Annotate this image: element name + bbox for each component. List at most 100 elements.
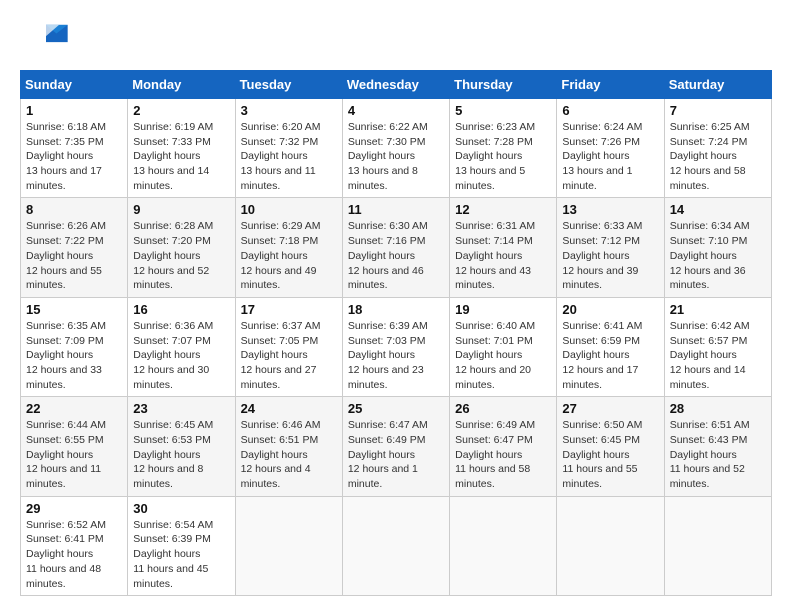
calendar-cell: 29 Sunrise: 6:52 AM Sunset: 6:41 PM Dayl… (21, 496, 128, 595)
daylight-value: 12 hours and 8 minutes. (133, 463, 203, 490)
day-number: 12 (455, 202, 551, 217)
sunset-label: Sunset: 6:47 PM (455, 434, 533, 446)
day-info: Sunrise: 6:25 AM Sunset: 7:24 PM Dayligh… (670, 120, 766, 193)
daylight-label: Daylight hours (241, 150, 308, 162)
day-number: 19 (455, 302, 551, 317)
day-number: 17 (241, 302, 337, 317)
day-info: Sunrise: 6:19 AM Sunset: 7:33 PM Dayligh… (133, 120, 229, 193)
sunrise-label: Sunrise: 6:28 AM (133, 220, 213, 232)
calendar-cell: 26 Sunrise: 6:49 AM Sunset: 6:47 PM Dayl… (450, 397, 557, 496)
daylight-label: Daylight hours (241, 349, 308, 361)
sunset-label: Sunset: 7:28 PM (455, 136, 533, 148)
calendar-cell: 6 Sunrise: 6:24 AM Sunset: 7:26 PM Dayli… (557, 99, 664, 198)
calendar-cell: 1 Sunrise: 6:18 AM Sunset: 7:35 PM Dayli… (21, 99, 128, 198)
calendar-cell (450, 496, 557, 595)
column-header-wednesday: Wednesday (342, 71, 449, 99)
day-number: 24 (241, 401, 337, 416)
daylight-value: 12 hours and 30 minutes. (133, 364, 209, 391)
day-info: Sunrise: 6:30 AM Sunset: 7:16 PM Dayligh… (348, 219, 444, 292)
day-info: Sunrise: 6:52 AM Sunset: 6:41 PM Dayligh… (26, 518, 122, 591)
sunset-label: Sunset: 7:09 PM (26, 335, 104, 347)
day-number: 5 (455, 103, 551, 118)
day-number: 4 (348, 103, 444, 118)
day-number: 1 (26, 103, 122, 118)
sunrise-label: Sunrise: 6:19 AM (133, 121, 213, 133)
daylight-label: Daylight hours (133, 349, 200, 361)
calendar-cell: 24 Sunrise: 6:46 AM Sunset: 6:51 PM Dayl… (235, 397, 342, 496)
calendar-week-row: 22 Sunrise: 6:44 AM Sunset: 6:55 PM Dayl… (21, 397, 772, 496)
sunset-label: Sunset: 7:22 PM (26, 235, 104, 247)
sunrise-label: Sunrise: 6:39 AM (348, 320, 428, 332)
daylight-value: 12 hours and 36 minutes. (670, 265, 746, 292)
daylight-label: Daylight hours (241, 449, 308, 461)
daylight-label: Daylight hours (26, 449, 93, 461)
daylight-label: Daylight hours (26, 150, 93, 162)
daylight-value: 12 hours and 4 minutes. (241, 463, 311, 490)
day-number: 10 (241, 202, 337, 217)
calendar-cell: 9 Sunrise: 6:28 AM Sunset: 7:20 PM Dayli… (128, 198, 235, 297)
sunrise-label: Sunrise: 6:52 AM (26, 519, 106, 531)
day-info: Sunrise: 6:51 AM Sunset: 6:43 PM Dayligh… (670, 418, 766, 491)
day-info: Sunrise: 6:40 AM Sunset: 7:01 PM Dayligh… (455, 319, 551, 392)
day-number: 23 (133, 401, 229, 416)
calendar-week-row: 29 Sunrise: 6:52 AM Sunset: 6:41 PM Dayl… (21, 496, 772, 595)
sunset-label: Sunset: 7:10 PM (670, 235, 748, 247)
sunset-label: Sunset: 6:49 PM (348, 434, 426, 446)
calendar-cell: 4 Sunrise: 6:22 AM Sunset: 7:30 PM Dayli… (342, 99, 449, 198)
calendar-cell: 16 Sunrise: 6:36 AM Sunset: 7:07 PM Dayl… (128, 297, 235, 396)
logo (20, 20, 76, 60)
sunset-label: Sunset: 6:55 PM (26, 434, 104, 446)
calendar-cell: 30 Sunrise: 6:54 AM Sunset: 6:39 PM Dayl… (128, 496, 235, 595)
day-info: Sunrise: 6:46 AM Sunset: 6:51 PM Dayligh… (241, 418, 337, 491)
day-info: Sunrise: 6:36 AM Sunset: 7:07 PM Dayligh… (133, 319, 229, 392)
day-number: 14 (670, 202, 766, 217)
day-number: 9 (133, 202, 229, 217)
daylight-value: 12 hours and 43 minutes. (455, 265, 531, 292)
sunset-label: Sunset: 7:33 PM (133, 136, 211, 148)
day-number: 3 (241, 103, 337, 118)
daylight-value: 12 hours and 23 minutes. (348, 364, 424, 391)
daylight-value: 12 hours and 55 minutes. (26, 265, 102, 292)
day-info: Sunrise: 6:45 AM Sunset: 6:53 PM Dayligh… (133, 418, 229, 491)
sunrise-label: Sunrise: 6:36 AM (133, 320, 213, 332)
daylight-value: 13 hours and 8 minutes. (348, 165, 418, 192)
day-info: Sunrise: 6:49 AM Sunset: 6:47 PM Dayligh… (455, 418, 551, 491)
daylight-value: 11 hours and 58 minutes. (455, 463, 530, 490)
sunset-label: Sunset: 6:51 PM (241, 434, 319, 446)
calendar-cell: 15 Sunrise: 6:35 AM Sunset: 7:09 PM Dayl… (21, 297, 128, 396)
column-header-tuesday: Tuesday (235, 71, 342, 99)
day-number: 2 (133, 103, 229, 118)
calendar-cell: 13 Sunrise: 6:33 AM Sunset: 7:12 PM Dayl… (557, 198, 664, 297)
sunrise-label: Sunrise: 6:25 AM (670, 121, 750, 133)
day-info: Sunrise: 6:31 AM Sunset: 7:14 PM Dayligh… (455, 219, 551, 292)
sunrise-label: Sunrise: 6:22 AM (348, 121, 428, 133)
daylight-value: 13 hours and 5 minutes. (455, 165, 525, 192)
day-info: Sunrise: 6:23 AM Sunset: 7:28 PM Dayligh… (455, 120, 551, 193)
sunset-label: Sunset: 7:26 PM (562, 136, 640, 148)
daylight-label: Daylight hours (26, 548, 93, 560)
calendar-cell: 27 Sunrise: 6:50 AM Sunset: 6:45 PM Dayl… (557, 397, 664, 496)
daylight-value: 12 hours and 52 minutes. (133, 265, 209, 292)
sunrise-label: Sunrise: 6:35 AM (26, 320, 106, 332)
day-info: Sunrise: 6:54 AM Sunset: 6:39 PM Dayligh… (133, 518, 229, 591)
sunrise-label: Sunrise: 6:31 AM (455, 220, 535, 232)
daylight-label: Daylight hours (455, 150, 522, 162)
daylight-label: Daylight hours (455, 449, 522, 461)
daylight-value: 11 hours and 55 minutes. (562, 463, 637, 490)
sunset-label: Sunset: 7:24 PM (670, 136, 748, 148)
day-number: 29 (26, 501, 122, 516)
calendar-cell: 19 Sunrise: 6:40 AM Sunset: 7:01 PM Dayl… (450, 297, 557, 396)
sunrise-label: Sunrise: 6:33 AM (562, 220, 642, 232)
calendar-cell: 20 Sunrise: 6:41 AM Sunset: 6:59 PM Dayl… (557, 297, 664, 396)
daylight-label: Daylight hours (455, 349, 522, 361)
daylight-value: 12 hours and 39 minutes. (562, 265, 638, 292)
daylight-label: Daylight hours (455, 250, 522, 262)
daylight-value: 12 hours and 27 minutes. (241, 364, 317, 391)
daylight-value: 12 hours and 11 minutes. (26, 463, 101, 490)
daylight-label: Daylight hours (26, 349, 93, 361)
day-number: 16 (133, 302, 229, 317)
sunset-label: Sunset: 6:39 PM (133, 533, 211, 545)
daylight-label: Daylight hours (562, 349, 629, 361)
day-info: Sunrise: 6:22 AM Sunset: 7:30 PM Dayligh… (348, 120, 444, 193)
daylight-value: 12 hours and 1 minute. (348, 463, 418, 490)
